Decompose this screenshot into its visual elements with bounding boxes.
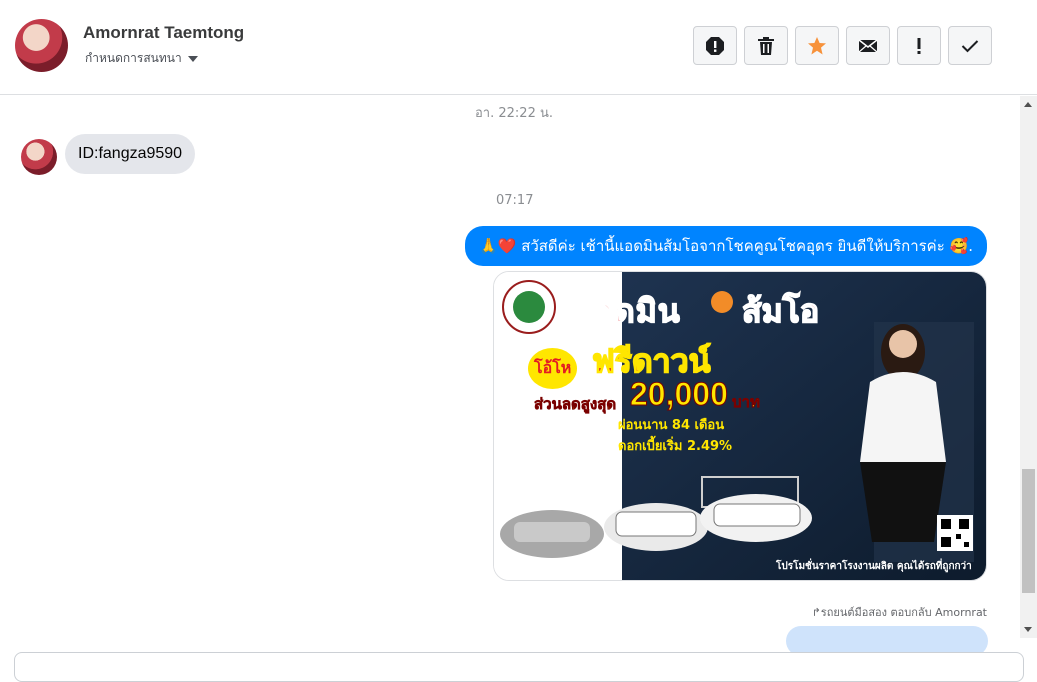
promo-installment: ผ่อนนาน 84 เดือน: [618, 418, 725, 433]
message-composer[interactable]: [14, 652, 1024, 682]
promo-discount-amount: 20,000: [630, 376, 729, 413]
caret-down-icon: [187, 55, 198, 62]
trash-icon: [758, 36, 774, 55]
conversation-header: Amornrat Taemtong กำหนดการสนทนา: [0, 0, 1037, 95]
promo-headline-1: แอดมิน: [571, 291, 681, 331]
promo-headline-2: ส้มโอ: [741, 291, 820, 331]
sender-avatar[interactable]: [21, 139, 57, 175]
conversation-label-dropdown[interactable]: กำหนดการสนทนา: [85, 49, 198, 68]
done-button[interactable]: [948, 26, 992, 65]
scroll-down-arrow-icon[interactable]: [1024, 627, 1032, 632]
report-icon: [706, 36, 724, 55]
mark-unread-button[interactable]: [846, 26, 890, 65]
delete-button[interactable]: [744, 26, 788, 65]
contact-avatar[interactable]: [15, 19, 68, 72]
message-timestamp: 07:17: [496, 193, 534, 208]
envelope-icon: [858, 38, 878, 52]
star-icon: [808, 36, 826, 54]
promo-badge: โอ้โห: [528, 348, 578, 389]
message-scrollbar[interactable]: [1020, 96, 1037, 638]
incoming-message[interactable]: ID:fangza9590: [65, 134, 196, 174]
exclamation-icon: [917, 37, 921, 54]
scroll-up-arrow-icon[interactable]: [1024, 102, 1032, 107]
action-toolbar: [693, 26, 992, 65]
promo-footer: โปรโมชั่นราคาโรงงานผลิต คุณได้รถที่ถูกกว…: [776, 561, 972, 572]
check-icon: [961, 39, 979, 52]
conversation-label-text: กำหนดการสนทนา: [85, 51, 182, 65]
reply-context: ↱รถยนต์มือสอง ตอบกลับ Amornrat: [811, 606, 987, 619]
promo-discount-unit: บาท: [732, 393, 760, 412]
star-button[interactable]: [795, 26, 839, 65]
contact-name[interactable]: Amornrat Taemtong: [83, 23, 244, 43]
message-timestamp: อา. 22:22 น.: [475, 106, 553, 121]
promo-discount-label: ส่วนลดสูงสุด: [534, 395, 617, 414]
important-button[interactable]: [897, 26, 941, 65]
promo-interest: ดอกเบี้ยเริ่ม 2.49%: [618, 439, 733, 454]
scroll-thumb[interactable]: [1022, 469, 1035, 593]
promo-graphic: [494, 272, 986, 580]
promo-image[interactable]: แอดมิน ส้มโอ โอ้โห ฟรีดาวน์ ส่วนลดสูงสุด…: [493, 271, 987, 581]
report-button[interactable]: [693, 26, 737, 65]
outgoing-message[interactable]: 🙏❤️ สวัสดีค่ะ เช้านี้แอดมินส้มโอจากโชคคู…: [465, 226, 987, 266]
